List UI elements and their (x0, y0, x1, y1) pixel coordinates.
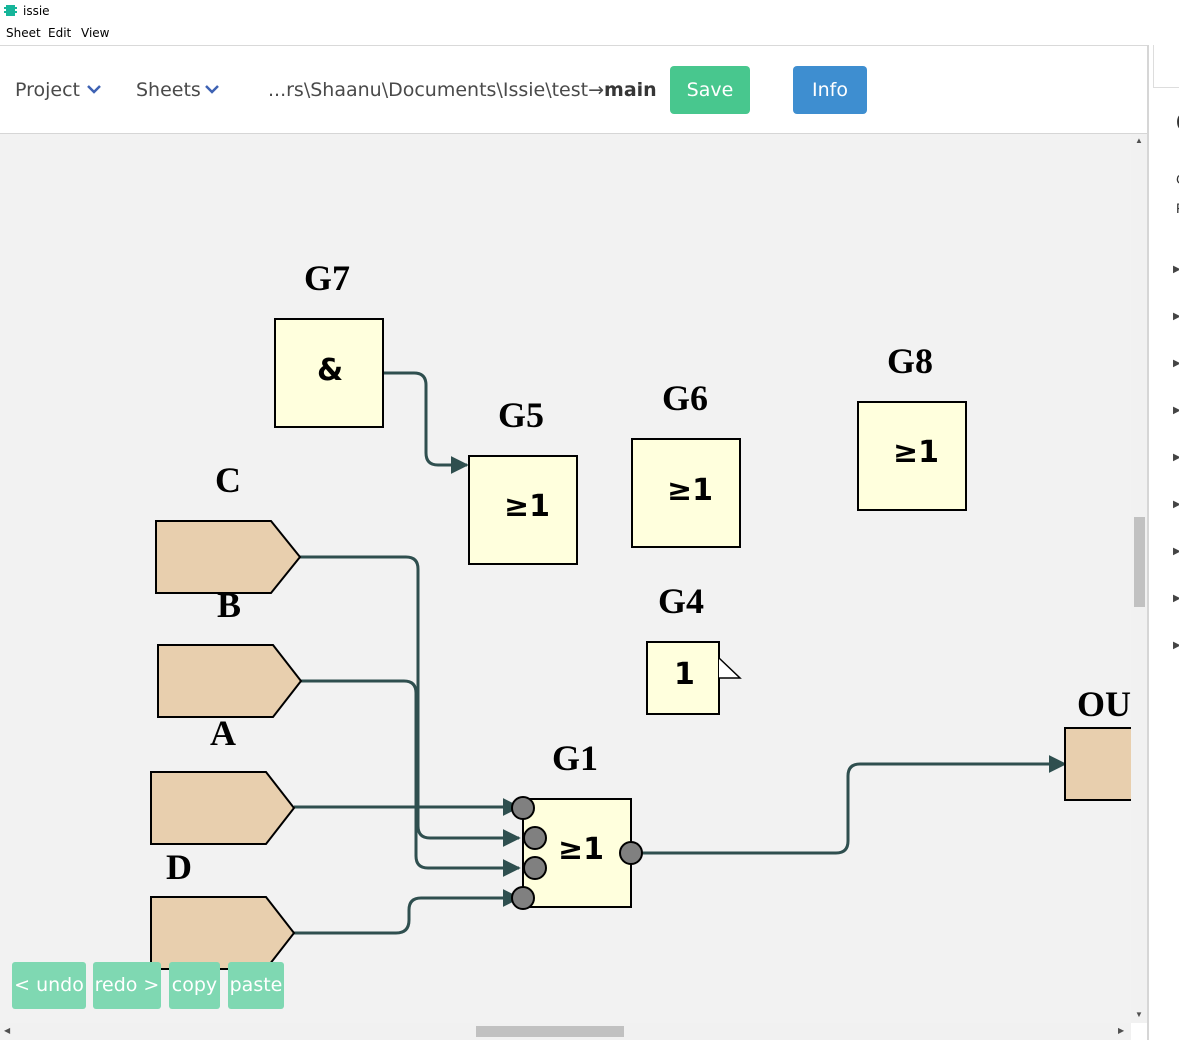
gate-symbol: ≥1 (667, 473, 713, 508)
project-dropdown[interactable]: Project (15, 79, 80, 101)
title-bar: issie (0, 0, 1179, 22)
undo-button[interactable]: < undo (12, 962, 86, 1009)
input-label: B (217, 585, 241, 625)
wire-c-g1 (300, 555, 521, 847)
issie-app-icon (4, 5, 17, 16)
menu-bar: Sheet Edit View (0, 24, 1179, 44)
current-sheet-name: main (604, 79, 657, 101)
menu-view[interactable]: View (81, 26, 109, 40)
path-prefix: ...rs\Shaanu\Documents\Issie\test (268, 79, 589, 101)
chevron-down-icon[interactable] (204, 84, 220, 94)
gate-symbol: ≥1 (893, 435, 939, 470)
expand-triangle-icon[interactable]: ▶ (1173, 593, 1179, 604)
wire-b-g1 (301, 679, 521, 877)
vertical-scrollbar[interactable]: ▲ ▼ (1131, 134, 1147, 1023)
input-port (523, 826, 547, 850)
gate-g6[interactable]: G6 ≥1 (631, 378, 741, 548)
horizontal-scroll-thumb[interactable] (476, 1026, 624, 1037)
gate-symbol: 1 (674, 657, 695, 692)
gate-g8[interactable]: G8 ≥1 (857, 341, 967, 511)
chevron-down-icon[interactable] (86, 84, 102, 94)
output-label: OU (1077, 684, 1131, 724)
wire-g7-g5 (383, 371, 469, 474)
sheets-dropdown[interactable]: Sheets (136, 79, 201, 101)
input-port (511, 886, 535, 910)
input-d[interactable]: D (150, 847, 296, 970)
gate-symbol: ≥1 (558, 832, 604, 867)
right-panel-tab[interactable] (1153, 45, 1179, 88)
menu-sheet[interactable]: Sheet (6, 26, 41, 40)
gate-label: G8 (887, 341, 933, 381)
input-port (511, 796, 535, 820)
output-port (619, 841, 643, 865)
input-port (523, 856, 547, 880)
top-toolbar: Project Sheets ...rs\Shaanu\Documents\Is… (0, 45, 1147, 135)
paste-button[interactable]: paste (228, 962, 284, 1009)
gate-label: G7 (304, 258, 350, 298)
save-button[interactable]: Save (670, 66, 750, 114)
input-label: C (215, 460, 241, 500)
expand-triangle-icon[interactable]: ▶ (1173, 499, 1179, 510)
window-title: issie (23, 4, 50, 18)
gate-g5[interactable]: G5 ≥1 (468, 395, 578, 565)
wire-g1-out (640, 755, 1067, 855)
input-b[interactable]: B (157, 585, 303, 718)
redo-button[interactable]: redo > (93, 962, 161, 1009)
output-ou[interactable]: OU (1064, 684, 1131, 801)
expand-triangle-icon[interactable]: ▶ (1173, 640, 1179, 651)
menu-edit[interactable]: Edit (48, 26, 71, 40)
project-path: ...rs\Shaanu\Documents\Issie\test→main (268, 79, 657, 101)
scroll-down-icon[interactable]: ▼ (1135, 1010, 1143, 1019)
copy-button[interactable]: copy (169, 962, 220, 1009)
path-arrow: → (588, 79, 605, 101)
scroll-left-icon[interactable]: ◀ (4, 1026, 10, 1035)
input-a[interactable]: A (150, 713, 296, 845)
input-c[interactable]: C (155, 460, 302, 594)
gate-g1[interactable]: G1 ≥1 (511, 738, 643, 910)
vertical-scroll-thumb[interactable] (1134, 517, 1145, 607)
gate-g4[interactable]: G4 1 (646, 581, 742, 715)
expand-triangle-icon[interactable]: ▶ (1173, 546, 1179, 557)
gate-g7[interactable]: G7 & (274, 258, 384, 428)
gate-label: G1 (552, 738, 598, 778)
scroll-up-icon[interactable]: ▲ (1135, 136, 1143, 145)
horizontal-scrollbar[interactable]: ◀ ▶ (0, 1023, 1131, 1040)
expand-triangle-icon[interactable]: ▶ (1173, 264, 1179, 275)
gate-symbol: & (317, 353, 343, 388)
scroll-right-icon[interactable]: ▶ (1118, 1026, 1124, 1035)
gate-label: G5 (498, 395, 544, 435)
info-button[interactable]: Info (793, 66, 867, 114)
right-properties-panel: C C F ▶ ▶ ▶ ▶ ▶ ▶ ▶ ▶ ▶ (1147, 45, 1179, 1040)
schematic-canvas[interactable]: G7 & G5 ≥1 G6 ≥1 G8 ≥1 G4 1 G1 ≥1 C B A … (0, 134, 1131, 1023)
expand-triangle-icon[interactable]: ▶ (1173, 405, 1179, 416)
expand-triangle-icon[interactable]: ▶ (1173, 452, 1179, 463)
wire-d-g1 (294, 889, 521, 935)
input-label: A (210, 713, 236, 753)
input-label: D (166, 847, 192, 887)
gate-label: G4 (658, 581, 704, 621)
expand-triangle-icon[interactable]: ▶ (1173, 358, 1179, 369)
gate-label: G6 (662, 378, 708, 418)
schematic-svg: G7 & G5 ≥1 G6 ≥1 G8 ≥1 G4 1 G1 ≥1 C B A … (150, 258, 1131, 970)
gate-symbol: ≥1 (504, 489, 550, 524)
expand-triangle-icon[interactable]: ▶ (1173, 311, 1179, 322)
